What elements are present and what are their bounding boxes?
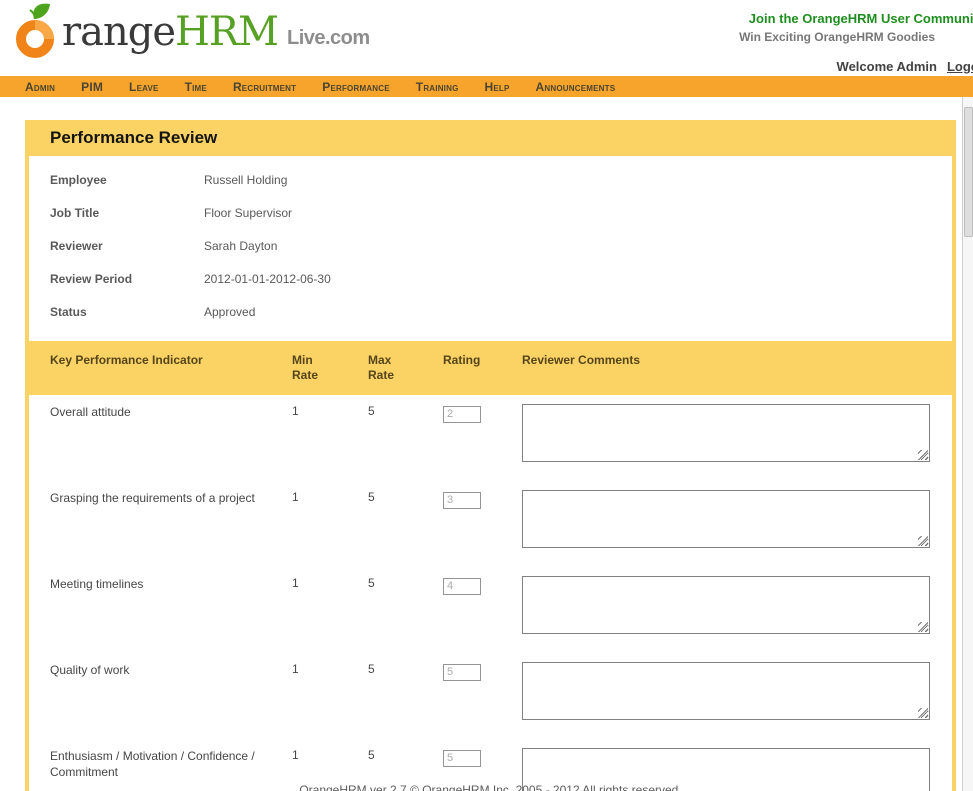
kpi-min-rate: 1 (292, 748, 368, 762)
header-max-rate: Max Rate (368, 353, 443, 395)
kpi-table-body: Overall attitude 1 5 Grasping the requir… (29, 395, 952, 791)
field-value: Approved (204, 305, 255, 319)
panel-title: Performance Review (25, 120, 956, 156)
goodies-text: Win Exciting OrangeHRM Goodies (739, 30, 935, 44)
kpi-name: Overall attitude (50, 404, 292, 420)
header-reviewer-comments: Reviewer Comments (522, 353, 952, 395)
kpi-name: Meeting timelines (50, 576, 292, 592)
orange-fruit-leaf-icon (8, 2, 62, 58)
nav-item[interactable]: Recruitment (233, 80, 296, 94)
review-summary-fields: Employee Russell Holding Job Title Floor… (29, 156, 952, 341)
kpi-row: Meeting timelines 1 5 (29, 567, 952, 653)
kpi-min-rate: 1 (292, 576, 368, 590)
field-row: Status Approved (29, 301, 952, 334)
community-link[interactable]: Join the OrangeHRM User Community (749, 11, 973, 26)
logout-link[interactable]: Logout (947, 59, 973, 74)
kpi-rating-cell (443, 404, 522, 423)
kpi-max-rate: 5 (368, 404, 443, 418)
kpi-max-rate: 5 (368, 748, 443, 762)
kpi-min-rate: 1 (292, 404, 368, 418)
page-header: rangeHRM Live.com Join the OrangeHRM Use… (0, 0, 973, 76)
kpi-rating-cell (443, 662, 522, 681)
rating-input[interactable] (443, 578, 481, 595)
nav-item[interactable]: PIM (81, 80, 103, 94)
field-label: Employee (50, 173, 204, 187)
kpi-min-rate: 1 (292, 662, 368, 676)
header-kpi: Key Performance Indicator (50, 353, 292, 395)
kpi-name: Quality of work (50, 662, 292, 678)
kpi-max-rate: 5 (368, 490, 443, 504)
nav-item[interactable]: Help (485, 80, 510, 94)
page-footer: OrangeHRM ver 2.7 © OrangeHRM Inc. 2005 … (25, 783, 956, 791)
kpi-name: Enthusiasm / Motivation / Confidence / C… (50, 748, 292, 780)
kpi-row: Overall attitude 1 5 (29, 395, 952, 481)
welcome-line: Welcome Admin Logout (837, 59, 973, 74)
field-value: Russell Holding (204, 173, 287, 187)
logo-hrm-text: HRM (175, 9, 278, 55)
field-label: Review Period (50, 272, 204, 286)
header-right-links: Join the OrangeHRM User Community Win Ex… (553, 0, 973, 76)
nav-item[interactable]: Training (416, 80, 459, 94)
nav-item[interactable]: Time (185, 80, 207, 94)
kpi-name: Grasping the requirements of a project (50, 490, 292, 506)
welcome-text: Welcome Admin (837, 59, 937, 74)
kpi-comment-cell (522, 404, 952, 462)
field-label: Job Title (50, 206, 204, 220)
rating-input[interactable] (443, 750, 481, 767)
field-row: Job Title Floor Supervisor (29, 202, 952, 235)
rating-input[interactable] (443, 406, 481, 423)
field-row: Employee Russell Holding (29, 169, 952, 202)
rating-input[interactable] (443, 664, 481, 681)
orangehrm-logo: rangeHRM Live.com (8, 2, 370, 58)
kpi-comment-cell (522, 662, 952, 720)
header-rating: Rating (443, 353, 522, 395)
scrollbar-thumb[interactable] (964, 107, 973, 237)
rating-input[interactable] (443, 492, 481, 509)
kpi-max-rate: 5 (368, 576, 443, 590)
main-nav: Admin PIM Leave Time Recruitment Perform… (0, 76, 973, 97)
kpi-comment-cell (522, 490, 952, 548)
reviewer-comment-textarea[interactable] (522, 576, 930, 634)
kpi-min-rate: 1 (292, 490, 368, 504)
field-label: Status (50, 305, 204, 319)
kpi-row: Grasping the requirements of a project 1… (29, 481, 952, 567)
kpi-comment-cell (522, 576, 952, 634)
logo-live-text: Live.com (287, 27, 370, 50)
field-row: Reviewer Sarah Dayton (29, 235, 952, 268)
logo-text: rangeHRM (62, 6, 278, 58)
kpi-max-rate: 5 (368, 662, 443, 676)
field-value: Sarah Dayton (204, 239, 277, 253)
field-value: Floor Supervisor (204, 206, 292, 220)
field-value: 2012-01-01-2012-06-30 (204, 272, 331, 286)
kpi-table-header: Key Performance Indicator Min Rate Max R… (29, 341, 952, 395)
kpi-rating-cell (443, 490, 522, 509)
kpi-row: Quality of work 1 5 (29, 653, 952, 739)
nav-item[interactable]: Performance (322, 80, 390, 94)
nav-item[interactable]: Admin (25, 80, 55, 94)
header-min-rate: Min Rate (292, 353, 368, 395)
vertical-scrollbar[interactable] (962, 97, 973, 791)
reviewer-comment-textarea[interactable] (522, 662, 930, 720)
field-row: Review Period 2012-01-01-2012-06-30 (29, 268, 952, 301)
kpi-rating-cell (443, 748, 522, 767)
panel-body: Employee Russell Holding Job Title Floor… (25, 156, 956, 791)
reviewer-comment-textarea[interactable] (522, 404, 930, 462)
nav-item[interactable]: Leave (129, 80, 159, 94)
kpi-rating-cell (443, 576, 522, 595)
reviewer-comment-textarea[interactable] (522, 490, 930, 548)
field-label: Reviewer (50, 239, 204, 253)
nav-item[interactable]: Announcements (536, 80, 616, 94)
performance-review-panel: Performance Review Employee Russell Hold… (25, 120, 956, 791)
